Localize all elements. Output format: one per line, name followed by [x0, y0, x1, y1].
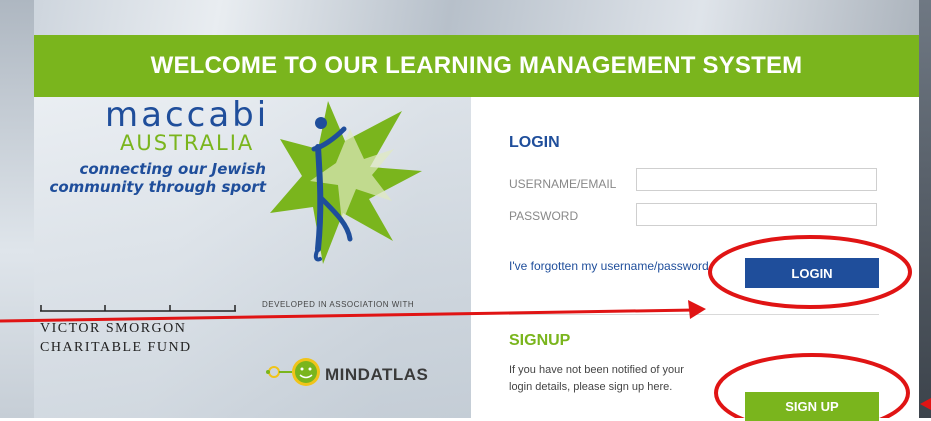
signup-text-line-1: If you have not been notified of your [509, 364, 684, 376]
banner-title: WELCOME TO OUR LEARNING MANAGEMENT SYSTE… [150, 52, 803, 79]
background-edge-right [919, 0, 931, 418]
login-button[interactable]: LOGIN [745, 258, 879, 288]
victor-line-2: CHARITABLE FUND [40, 340, 192, 355]
tagline-line-1: connecting our Jewish [79, 160, 266, 178]
maccabi-star-logo-icon [270, 101, 422, 264]
section-divider [509, 314, 879, 315]
login-heading: LOGIN [509, 134, 560, 151]
signup-button[interactable]: SIGN UP [745, 392, 879, 421]
signup-heading: SIGNUP [509, 332, 571, 349]
australia-wordmark: AUSTRALIA [120, 131, 255, 155]
password-label: PASSWORD [509, 209, 579, 223]
forgot-password-link[interactable]: I've forgotten my username/password [509, 259, 709, 273]
signup-description: If you have not been notified of your lo… [509, 362, 729, 396]
welcome-banner: WELCOME TO OUR LEARNING MANAGEMENT SYSTE… [34, 35, 919, 97]
victor-smorgon-rule [40, 305, 236, 312]
background-edge-left [0, 0, 34, 418]
victor-smorgon-name: VICTOR SMORGON CHARITABLE FUND [40, 319, 240, 357]
tagline: connecting our Jewish community through … [34, 160, 266, 196]
tagline-line-2: community through sport [49, 178, 266, 196]
username-label: USERNAME/EMAIL [509, 177, 617, 191]
mindatlas-logo-icon [266, 358, 320, 386]
mindatlas-wordmark: MINDATLAS [325, 365, 429, 384]
maccabi-wordmark: maccabi [105, 95, 270, 135]
signup-text-line-2: login details, please sign up here. [509, 381, 673, 393]
victor-line-1: VICTOR SMORGON [40, 321, 187, 336]
developed-in-association-label: DEVELOPED IN ASSOCIATION WITH [262, 300, 415, 309]
username-input[interactable] [636, 168, 877, 191]
password-input[interactable] [636, 203, 877, 226]
